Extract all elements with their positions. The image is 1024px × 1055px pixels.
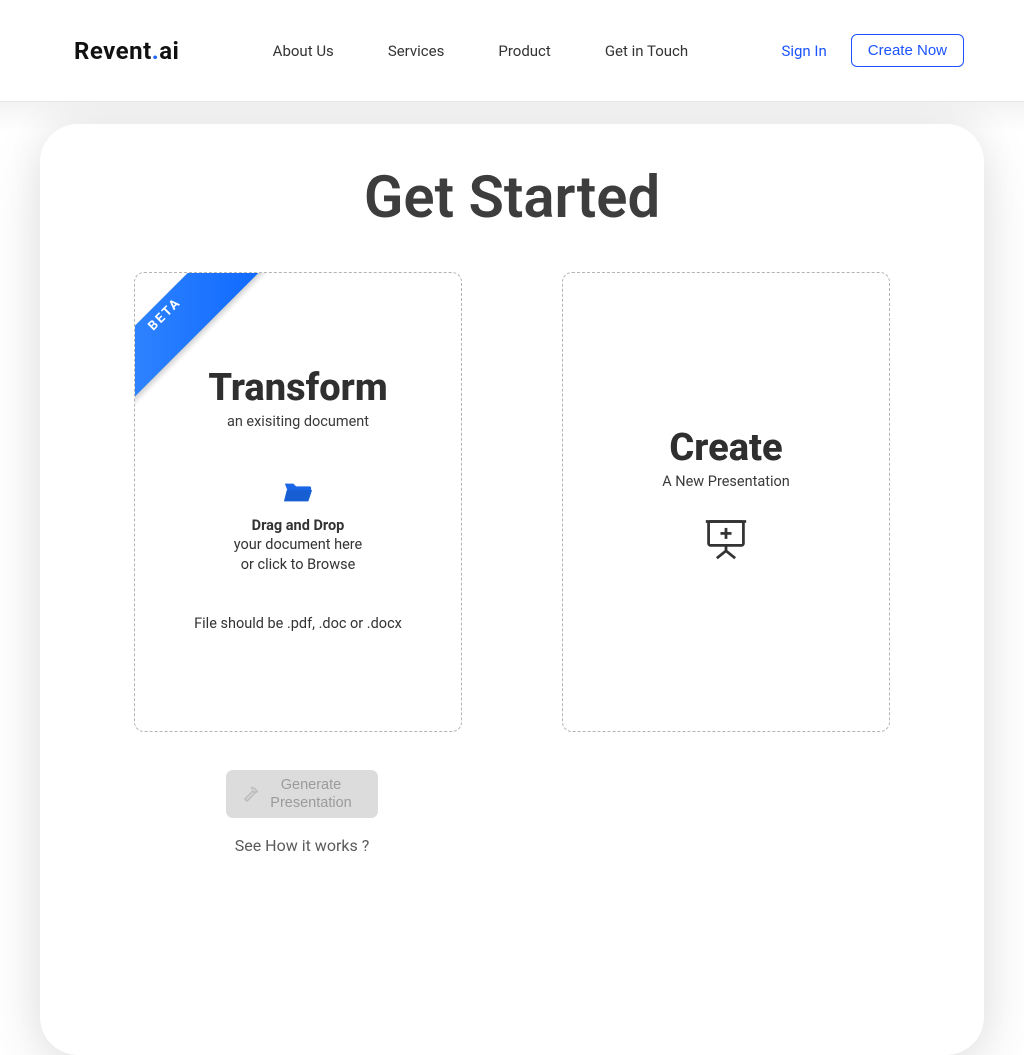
create-subtitle: A New Presentation: [662, 473, 790, 490]
brand-name: Revent: [74, 37, 152, 65]
auth-actions: Sign In Create Now: [781, 34, 964, 67]
app-header: Revent.ai About Us Services Product Get …: [0, 0, 1024, 102]
folder-open-icon: [283, 480, 313, 504]
card-row: BETA Transform an exisiting document Dra…: [100, 272, 924, 732]
transform-card[interactable]: BETA Transform an exisiting document Dra…: [134, 272, 462, 732]
create-now-button[interactable]: Create Now: [851, 34, 964, 67]
stage: Get Started BETA Transform an exisiting …: [0, 102, 1024, 1055]
generate-button-label: Generate Presentation: [270, 776, 351, 812]
nav-about[interactable]: About Us: [273, 42, 334, 60]
dropzone-line3: or click to Browse: [234, 555, 362, 575]
presentation-icon: [704, 516, 748, 560]
transform-title: Transform: [208, 369, 387, 409]
beta-ribbon-label: BETA: [146, 295, 185, 334]
dropzone[interactable]: Drag and Drop your document here or clic…: [234, 480, 362, 575]
magic-wand-icon: [242, 786, 258, 802]
dropzone-line1: Drag and Drop: [234, 516, 362, 536]
nav-product[interactable]: Product: [498, 42, 550, 60]
brand-tld: ai: [159, 37, 179, 65]
top-nav: About Us Services Product Get in Touch: [179, 42, 781, 60]
page-title: Get Started: [100, 164, 924, 232]
brand-dot: .: [152, 37, 159, 65]
nav-contact[interactable]: Get in Touch: [605, 42, 688, 60]
main-panel: Get Started BETA Transform an exisiting …: [40, 124, 984, 1055]
dropzone-line2: your document here: [234, 535, 362, 555]
signin-link[interactable]: Sign In: [781, 42, 826, 60]
generate-presentation-button[interactable]: Generate Presentation: [226, 770, 377, 818]
create-card[interactable]: Create A New Presentation: [562, 272, 890, 732]
create-title: Create: [669, 429, 782, 469]
transform-actions: Generate Presentation See How it works ?: [138, 770, 466, 855]
how-it-works-link[interactable]: See How it works ?: [235, 836, 370, 855]
nav-services[interactable]: Services: [388, 42, 445, 60]
transform-subtitle: an exisiting document: [227, 413, 369, 430]
brand-logo[interactable]: Revent.ai: [74, 37, 179, 65]
file-hint: File should be .pdf, .doc or .docx: [194, 615, 402, 632]
